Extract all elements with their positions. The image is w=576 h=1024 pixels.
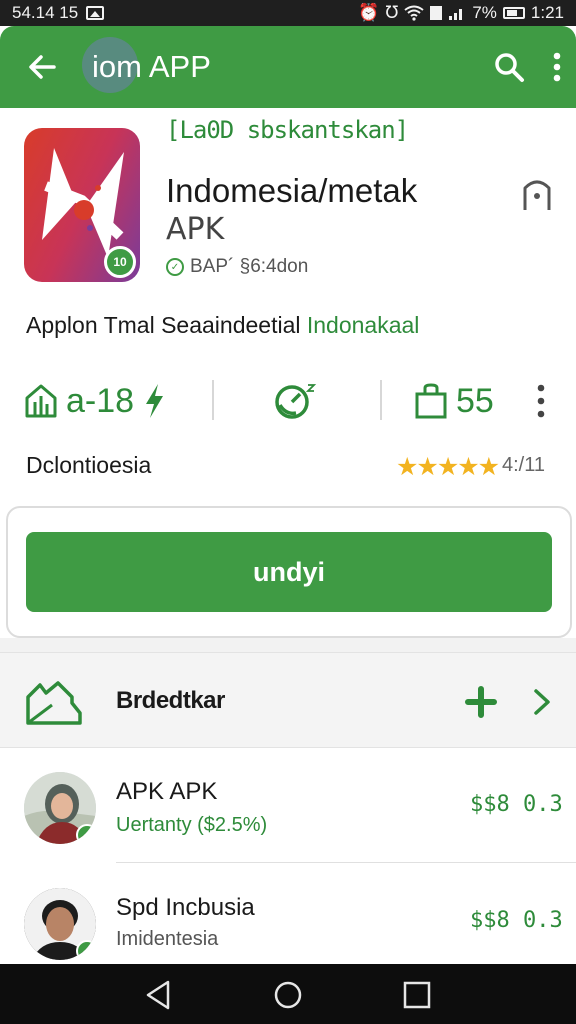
stat-rating-badge — [272, 372, 318, 430]
gallery-notification-icon — [86, 6, 105, 20]
item-subtitle: Uertanty ($2.5%) — [116, 814, 268, 836]
wishlist-icon[interactable] — [520, 174, 554, 214]
item-title: Spd Incbusia — [116, 894, 255, 921]
stat-age-rating: a-18 — [24, 372, 166, 430]
list-divider — [116, 862, 576, 863]
avatar — [24, 888, 96, 960]
rating-row: Dclontioesia ★★★★★ 4:/11 — [0, 448, 576, 488]
item-price: $$8 0.3 — [470, 908, 563, 933]
star-rating-icon: ★★★★★ — [396, 453, 500, 481]
section-title: Brdedtkar — [116, 687, 225, 714]
back-button[interactable] — [12, 37, 72, 97]
navigation-bar — [0, 964, 576, 1024]
verified-badge-icon — [76, 824, 96, 844]
alarm-icon: ⏰ — [358, 3, 380, 22]
stats-divider — [380, 380, 382, 420]
app-name-line2: APK — [166, 212, 225, 248]
list-item[interactable]: Spd Incbusia Imidentesia $$8 0.3 — [0, 864, 576, 976]
vibrate-icon: ℧ — [385, 3, 399, 22]
description-text: Applon Tmal Seaaindeetial — [26, 312, 301, 338]
app-bar: iom APP — [0, 26, 576, 108]
verified-badge-icon — [76, 940, 96, 960]
install-button[interactable]: undyi — [26, 532, 552, 612]
clock-badge-icon — [275, 384, 317, 419]
rating-count: 4:/11 — [502, 454, 545, 476]
app-name-line1: Indomesia/metak — [166, 172, 418, 209]
developer-badge-icon: ✓ — [166, 258, 184, 276]
status-clock: 1:21 — [530, 3, 564, 22]
sim-icon — [430, 6, 443, 20]
stats-divider — [212, 380, 214, 420]
bolt-icon — [146, 384, 164, 418]
app-header: [La0D sbskantskan] 10 Indomesia/metak AP… — [0, 108, 576, 298]
arrow-back-icon — [29, 55, 56, 79]
install-card: undyi — [6, 506, 572, 638]
section-header[interactable]: Brdedtkar — [0, 652, 576, 748]
stats-more-icon[interactable] — [534, 382, 548, 420]
app-category-label: [La0D sbskantskan] — [166, 116, 409, 144]
item-price: $$8 0.3 — [470, 792, 563, 817]
nav-home-icon[interactable] — [271, 978, 305, 1012]
nav-recents-icon[interactable] — [400, 978, 434, 1012]
item-subtitle: Imidentesia — [116, 928, 219, 950]
battery-percent: 7% — [472, 3, 497, 22]
age-rating-value: a-18 — [66, 381, 135, 420]
size-value: 55 — [456, 381, 494, 420]
app-description: Applon Tmal Seaaindeetial Indonakaal — [26, 312, 419, 339]
nav-back-icon[interactable] — [142, 978, 176, 1012]
status-bar: 54.14 15 ⏰ ℧ 7% 1:21 — [0, 0, 576, 26]
stats-row: a-18 55 — [0, 372, 576, 430]
app-bar-title: iom APP — [82, 37, 211, 93]
status-time-left: 54.14 15 — [12, 3, 79, 22]
battery-icon — [502, 7, 525, 19]
app-icon-badge: 10 — [104, 246, 136, 278]
item-title: APK APK — [116, 778, 218, 805]
app-icon: 10 — [24, 128, 140, 282]
section-gap — [0, 638, 576, 652]
add-icon[interactable] — [462, 683, 500, 721]
stat-size: 55 — [414, 372, 494, 430]
avatar — [24, 772, 96, 844]
developer-name: BAP´ §6:4don — [190, 256, 309, 277]
rating-label: Dclontioesia — [26, 452, 152, 478]
search-icon[interactable] — [492, 50, 526, 84]
app-name: Indomesia/metak APK — [166, 170, 496, 249]
wifi-icon — [404, 5, 424, 21]
more-vert-icon[interactable] — [552, 50, 562, 84]
shopping-bag-icon — [415, 383, 447, 419]
description-accent: Indonakaal — [306, 312, 420, 338]
library-icon — [26, 681, 82, 725]
signal-icon — [449, 9, 463, 20]
age-rating-icon — [25, 384, 57, 418]
chevron-right-icon[interactable] — [528, 683, 556, 721]
list-item[interactable]: APK APK Uertanty ($2.5%) $$8 0.3 — [0, 750, 576, 863]
app-developer[interactable]: ✓ BAP´ §6:4don — [166, 256, 308, 278]
